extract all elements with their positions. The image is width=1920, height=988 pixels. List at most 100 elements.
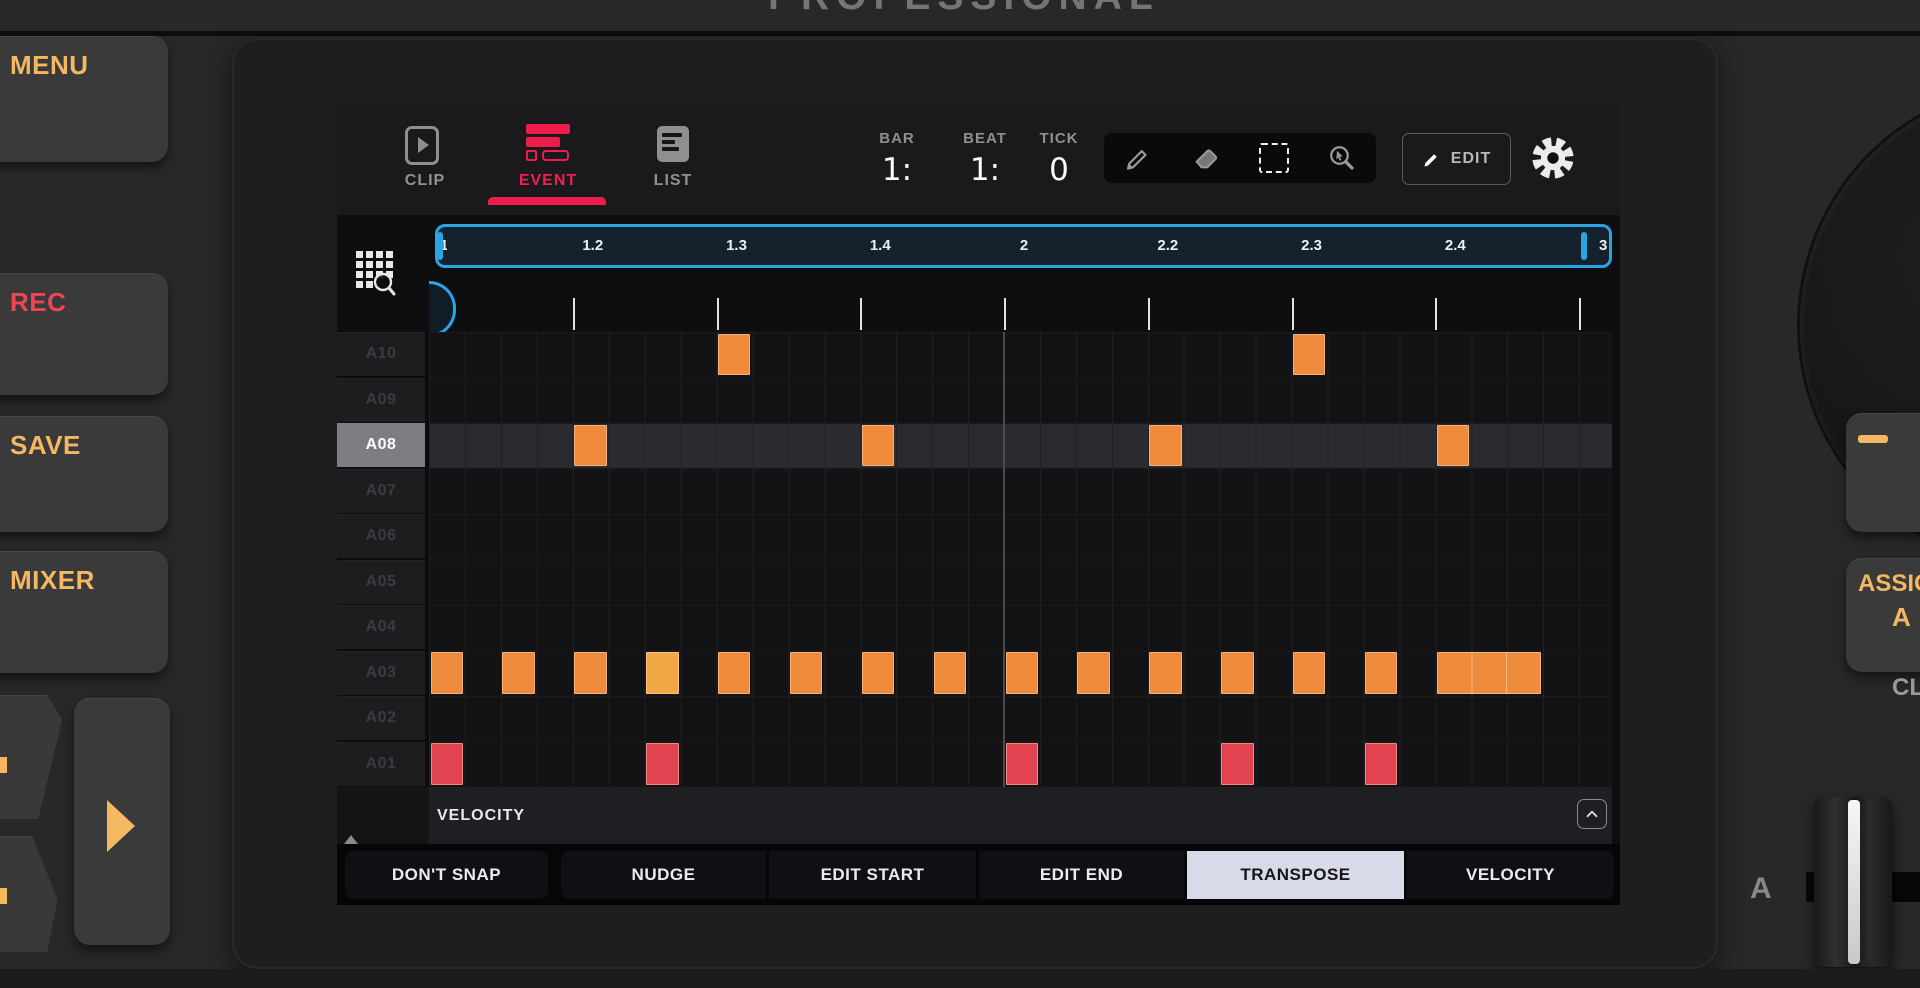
fader-label: A	[1750, 872, 1772, 906]
note-a01-step6[interactable]	[646, 743, 678, 785]
brand-wordmark: PROFESSIONAL	[768, 0, 1160, 19]
ruler-label-right-partial: 3	[1599, 224, 1609, 268]
note-a03-step24[interactable]	[1293, 652, 1325, 694]
function-key-nudge[interactable]: NUDGE	[561, 851, 766, 899]
fader-stripe	[1848, 800, 1860, 964]
track-row-a05[interactable]: A05	[337, 560, 425, 604]
note-a01-step0[interactable]	[431, 743, 463, 785]
track-row-a02[interactable]: A02	[337, 696, 425, 740]
track-row-a04[interactable]: A04	[337, 605, 425, 649]
beat-field[interactable]: BEAT 1:	[948, 130, 1022, 188]
function-key-transpose[interactable]: TRANSPOSE	[1187, 851, 1404, 899]
active-tab-underline	[488, 197, 606, 205]
tool-strip	[1104, 133, 1376, 183]
note-a01-step22[interactable]	[1221, 743, 1253, 785]
note-a08-step12[interactable]	[862, 425, 894, 467]
list-tab-icon[interactable]	[657, 126, 689, 162]
hw-button-save[interactable]: SAVE	[0, 416, 168, 532]
hw-button-menu[interactable]: MENU	[0, 36, 168, 162]
tab-event[interactable]: EVENT	[519, 172, 577, 190]
function-key-edit-start[interactable]: EDIT START	[769, 851, 976, 899]
bar-back-button[interactable]	[0, 836, 62, 952]
note-a03-step22[interactable]	[1221, 652, 1253, 694]
note-a03-step18[interactable]	[1077, 652, 1109, 694]
play-icon	[107, 800, 135, 852]
beat-tick	[1579, 298, 1581, 330]
track-row-a03[interactable]: A03	[337, 651, 425, 695]
assign-button[interactable]: ASSIG A	[1846, 558, 1920, 672]
ruler-beat-label: 1.3	[726, 224, 747, 268]
note-a08-step4[interactable]	[574, 425, 606, 467]
note-a01-step26[interactable]	[1365, 743, 1397, 785]
note-a08-step20[interactable]	[1149, 425, 1181, 467]
edit-pencil-icon	[1422, 149, 1442, 169]
note-a03-step8[interactable]	[718, 652, 750, 694]
note-a08-step28[interactable]	[1437, 425, 1469, 467]
tab-list[interactable]: LIST	[654, 172, 693, 190]
velocity-panel-label: VELOCITY	[437, 787, 525, 844]
assign-label-2: A	[1892, 602, 1911, 633]
note-a03-step28[interactable]	[1437, 652, 1541, 694]
beat-tick	[573, 298, 575, 330]
note-a03-step2[interactable]	[502, 652, 534, 694]
loop-end-handle[interactable]	[1581, 232, 1587, 260]
eraser-tool-icon[interactable]	[1191, 143, 1221, 173]
note-a03-step14[interactable]	[934, 652, 966, 694]
function-key-don-t-snap[interactable]: DON'T SNAP	[345, 851, 548, 899]
tick-field[interactable]: TICK 0	[1022, 130, 1096, 188]
qlink-mode-button[interactable]	[1846, 413, 1920, 532]
loop-start-handle[interactable]	[437, 232, 443, 260]
step-back-icon	[0, 757, 7, 773]
hw-button-label: MIXER	[10, 565, 95, 596]
hw-button-label: MENU	[10, 50, 89, 81]
velocity-collapse-button[interactable]	[1577, 799, 1607, 829]
note-a10-step8[interactable]	[718, 334, 750, 376]
note-a03-step0[interactable]	[431, 652, 463, 694]
function-key-edit-end[interactable]: EDIT END	[979, 851, 1184, 899]
ruler-beat-label: 1.4	[870, 224, 891, 268]
clip-panel-label: CL	[1892, 674, 1920, 702]
hw-button-rec[interactable]: REC	[0, 273, 168, 395]
note-grid[interactable]	[429, 332, 1612, 787]
note-a03-step10[interactable]	[790, 652, 822, 694]
function-key-velocity[interactable]: VELOCITY	[1407, 851, 1614, 899]
note-a03-step4[interactable]	[574, 652, 606, 694]
hw-button-mixer[interactable]: MIXER	[0, 551, 168, 673]
bar-field[interactable]: BAR 1:	[860, 130, 934, 188]
note-a03-step16[interactable]	[1006, 652, 1038, 694]
ruler-beat-label: 1.2	[582, 224, 603, 268]
hw-button-label: SAVE	[10, 430, 81, 461]
note-a03-step6[interactable]	[646, 652, 678, 694]
note-a01-step16[interactable]	[1006, 743, 1038, 785]
beat-tick	[717, 298, 719, 330]
gear-icon[interactable]	[1531, 136, 1575, 180]
velocity-panel[interactable]	[429, 787, 1612, 844]
edit-button[interactable]: EDIT	[1402, 133, 1511, 185]
note-a10-step24[interactable]	[1293, 334, 1325, 376]
clip-tab-icon[interactable]	[405, 126, 439, 165]
chevron-up-icon	[1583, 805, 1601, 823]
track-row-a07[interactable]: A07	[337, 469, 425, 513]
pencil-tool-icon[interactable]	[1123, 143, 1153, 173]
step-back-button[interactable]	[0, 695, 62, 819]
track-row-a10[interactable]: A10	[337, 332, 425, 376]
beat-tick	[1435, 298, 1437, 330]
note-a03-step26[interactable]	[1365, 652, 1397, 694]
bar-divider-line	[1003, 332, 1005, 787]
note-a03-step12[interactable]	[862, 652, 894, 694]
track-row-a01[interactable]: A01	[337, 742, 425, 786]
track-row-a09[interactable]: A09	[337, 378, 425, 422]
event-tab-icon[interactable]	[526, 124, 570, 162]
zoom-tool-icon[interactable]	[1327, 143, 1357, 173]
fader-handle[interactable]	[1814, 797, 1892, 967]
track-row-a06[interactable]: A06	[337, 514, 425, 558]
marquee-select-icon[interactable]	[1259, 143, 1289, 173]
track-row-a08[interactable]: A08	[337, 423, 425, 467]
assign-label: ASSIG	[1858, 570, 1920, 598]
note-a03-step20[interactable]	[1149, 652, 1181, 694]
ruler-beat-label: 2.3	[1301, 224, 1322, 268]
ruler-beat-label: 2.4	[1445, 224, 1466, 268]
grid-zoom-icon[interactable]	[356, 251, 396, 297]
tab-clip[interactable]: CLIP	[405, 172, 445, 190]
beat-tick	[1148, 298, 1150, 330]
